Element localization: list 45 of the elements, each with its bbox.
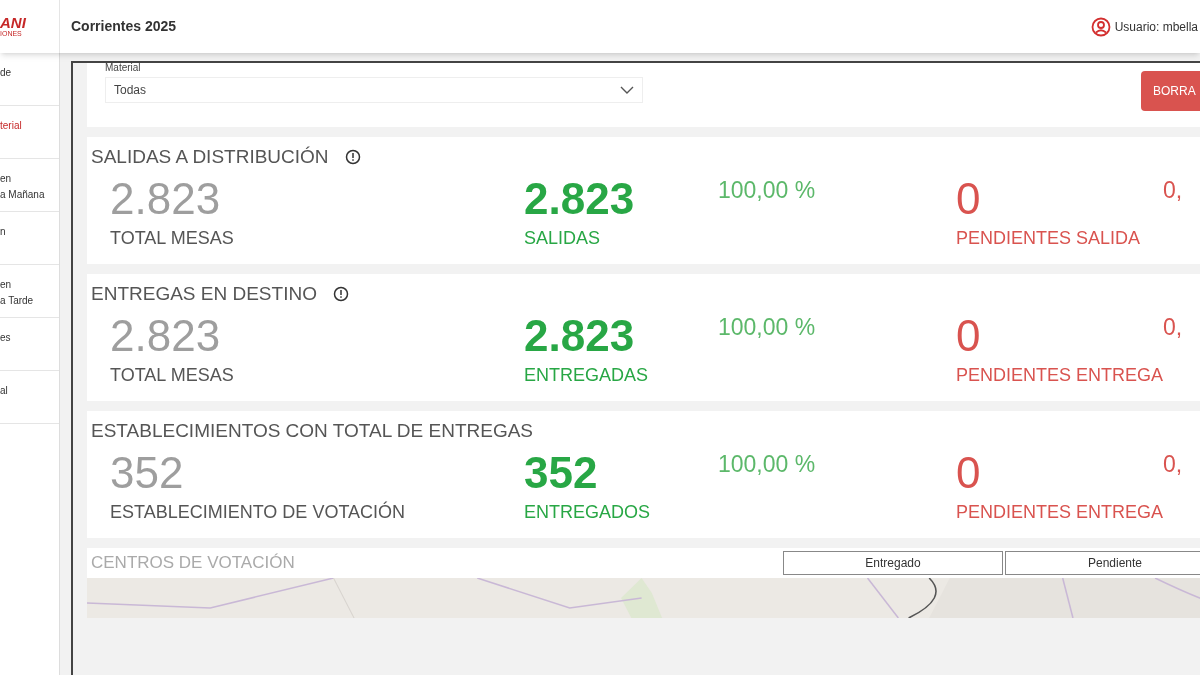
total-value: 2.823: [110, 310, 222, 362]
legend-button[interactable]: Pendiente: [1005, 551, 1200, 575]
sidebar-item[interactable]: terial: [0, 106, 59, 159]
sidebar-item[interactable]: en a Tarde: [0, 265, 59, 318]
done-value: 2.823: [524, 173, 636, 225]
page-title: Corrientes 2025: [71, 17, 177, 36]
pending-value: 0: [956, 310, 982, 362]
done-label: SALIDAS: [524, 227, 602, 250]
sidebar-item[interactable]: en a Mañana: [0, 159, 59, 212]
done-percent: 100,00 %: [718, 314, 816, 340]
field-label: Material: [105, 63, 142, 73]
done-percent: 100,00 %: [718, 451, 816, 477]
pending-percent: 0,: [1163, 177, 1183, 203]
sidebar-item[interactable]: de: [0, 53, 59, 106]
pending-label: PENDIENTES ENTREGA: [956, 364, 1163, 387]
done-value: 352: [524, 447, 599, 499]
pending-percent: 0,: [1163, 314, 1183, 340]
user-name[interactable]: Usuario: mbella: [1114, 17, 1198, 36]
material-select[interactable]: Todas: [105, 77, 643, 103]
sidebar-item[interactable]: n: [0, 212, 59, 265]
user-icon: [1090, 16, 1111, 37]
legend-button[interactable]: Entregado: [783, 551, 1003, 575]
map-title: CENTROS DE VOTACIÓN: [91, 552, 296, 575]
done-value: 2.823: [524, 310, 636, 362]
done-percent: 100,00 %: [718, 177, 816, 203]
total-value: 352: [110, 447, 185, 499]
pending-value: 0: [956, 447, 982, 499]
section-title: ESTABLECIMIENTOS CON TOTAL DE ENTREGAS: [91, 418, 534, 443]
chevron-down-icon: [620, 86, 634, 94]
total-label: TOTAL MESAS: [110, 364, 235, 387]
clear-button[interactable]: BORRA: [1141, 71, 1200, 111]
section-title: ENTREGAS EN DESTINO: [91, 281, 317, 306]
pending-percent: 0,: [1163, 451, 1183, 477]
logo-text: ANI: [0, 14, 27, 30]
sidebar-item[interactable]: al: [0, 371, 59, 424]
section-title: SALIDAS A DISTRIBUCIÓN: [91, 144, 329, 169]
pending-value: 0: [956, 173, 982, 225]
total-label: ESTABLECIMIENTO DE VOTACIÓN: [110, 500, 407, 524]
total-label: TOTAL MESAS: [110, 227, 235, 250]
pending-label: PENDIENTES SALIDA: [956, 227, 1142, 250]
done-label: ENTREGADOS: [524, 501, 652, 524]
sidebar-item[interactable]: es: [0, 318, 59, 371]
done-label: ENTREGADAS: [524, 364, 650, 387]
pending-label: PENDIENTES ENTREGA: [956, 501, 1163, 524]
total-value: 2.823: [110, 173, 222, 225]
